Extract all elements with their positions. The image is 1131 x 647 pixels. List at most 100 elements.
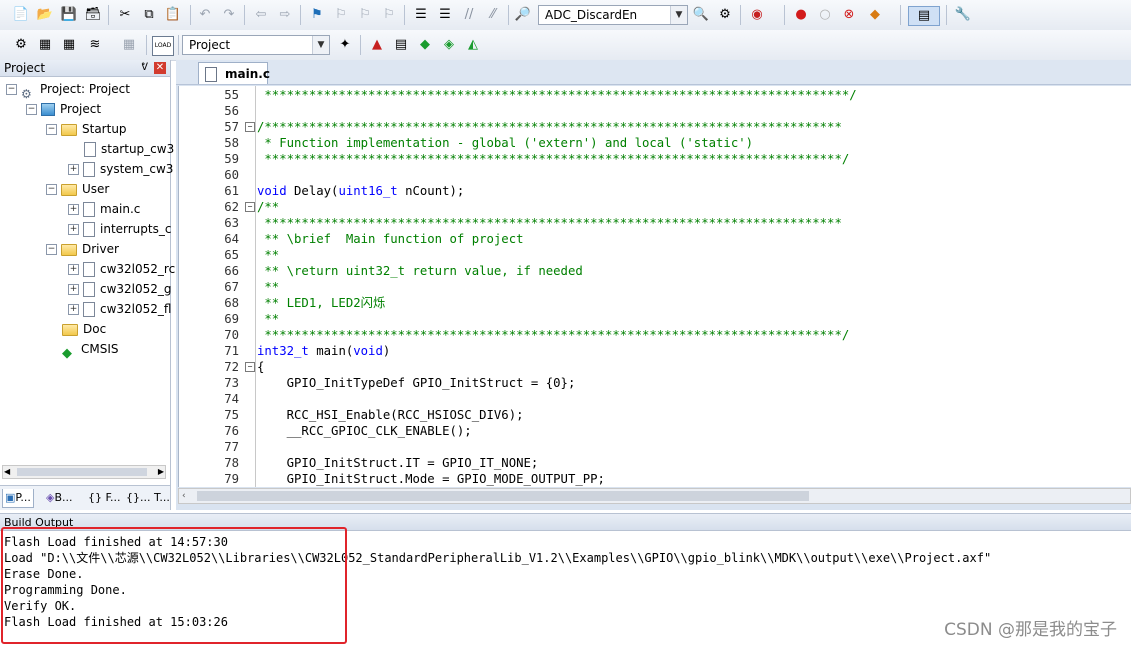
code-line[interactable]: 74 bbox=[179, 391, 1131, 407]
collapse-icon[interactable]: − bbox=[26, 104, 37, 115]
nav-back-icon[interactable]: ⇦ bbox=[252, 6, 270, 24]
tree-item-file[interactable]: + cw32l052_rc bbox=[68, 259, 175, 279]
nav-forward-icon[interactable]: ⇨ bbox=[276, 6, 294, 24]
build-icon[interactable]: ▦ bbox=[36, 36, 54, 54]
code-line[interactable]: 73 GPIO_InitTypeDef GPIO_InitStruct = {0… bbox=[179, 375, 1131, 391]
tree-item-target[interactable]: − Project bbox=[26, 99, 101, 119]
tab-books[interactable]: ◈B... bbox=[44, 489, 75, 507]
run-time-environment-icon[interactable]: ◭ bbox=[464, 36, 482, 54]
pin-icon[interactable]: ᕓ bbox=[141, 60, 148, 76]
disable-breakpoint-icon[interactable]: ○ bbox=[816, 6, 834, 24]
select-software-packs-icon[interactable]: ◈ bbox=[440, 36, 458, 54]
code-line[interactable]: 71 int32_t main(void) bbox=[179, 343, 1131, 359]
save-icon[interactable]: 💾 bbox=[60, 6, 78, 24]
expand-icon[interactable]: + bbox=[68, 204, 79, 215]
code-line[interactable]: 76 __RCC_GPIOC_CLK_ENABLE(); bbox=[179, 423, 1131, 439]
tab-functions[interactable]: {} F... bbox=[86, 489, 123, 507]
stop-build-icon[interactable]: ▦ bbox=[120, 36, 138, 54]
indent-icon[interactable]: ☰ bbox=[412, 6, 430, 24]
code-line[interactable]: 62−/** bbox=[179, 199, 1131, 215]
code-line[interactable]: 60 bbox=[179, 167, 1131, 183]
target-combo[interactable]: ADC_DiscardEn ▼ bbox=[538, 5, 688, 25]
options-for-target-icon[interactable]: ✦ bbox=[336, 36, 354, 54]
find-icon[interactable]: 🔍 bbox=[692, 6, 710, 24]
tree-item-folder[interactable]: − Startup bbox=[46, 119, 127, 139]
batch-build-icon[interactable]: ≋ bbox=[86, 36, 104, 54]
code-line[interactable]: 69 ** bbox=[179, 311, 1131, 327]
next-bookmark-icon[interactable]: ⚐ bbox=[356, 6, 374, 24]
code-line[interactable]: 68 ** LED1, LED2闪烁 bbox=[179, 295, 1131, 311]
expand-icon[interactable]: + bbox=[68, 224, 79, 235]
code-line[interactable]: 63 *************************************… bbox=[179, 215, 1131, 231]
code-line[interactable]: 75 RCC_HSI_Enable(RCC_HSIOSC_DIV6); bbox=[179, 407, 1131, 423]
cut-icon[interactable]: ✂ bbox=[116, 6, 134, 24]
comment-icon[interactable]: // bbox=[460, 6, 478, 24]
bookmark-icon[interactable]: ⚑ bbox=[308, 6, 326, 24]
load-download-button[interactable]: LOAD bbox=[152, 36, 174, 56]
paste-icon[interactable]: 📋 bbox=[164, 6, 182, 24]
tree-item-file[interactable]: + interrupts_c bbox=[68, 219, 171, 239]
window-layout-icon[interactable]: ▤ bbox=[908, 6, 940, 26]
code-line[interactable]: 59 *************************************… bbox=[179, 151, 1131, 167]
breakpoint-icon[interactable]: ● bbox=[792, 6, 810, 24]
code-line[interactable]: 67 ** bbox=[179, 279, 1131, 295]
redo-icon[interactable]: ↷ bbox=[220, 6, 238, 24]
collapse-icon[interactable]: − bbox=[46, 124, 57, 135]
code-line[interactable]: 77 bbox=[179, 439, 1131, 455]
manage-components-icon[interactable]: ▲ bbox=[368, 36, 386, 54]
new-file-icon[interactable]: 📄 bbox=[12, 6, 30, 24]
fold-toggle-icon[interactable]: − bbox=[245, 202, 255, 212]
tree-item-file[interactable]: + system_cw3 bbox=[68, 159, 173, 179]
code-line[interactable]: 64 ** \brief Main function of project bbox=[179, 231, 1131, 247]
kill-breakpoints-icon[interactable]: ⊗ bbox=[840, 6, 858, 24]
save-all-icon[interactable]: 🗃 bbox=[84, 6, 102, 24]
code-editor[interactable]: 55 *************************************… bbox=[178, 86, 1131, 487]
code-line[interactable]: 72−{ bbox=[179, 359, 1131, 375]
collapse-icon[interactable]: − bbox=[46, 184, 57, 195]
code-line[interactable]: 79 GPIO_InitStruct.Mode = GPIO_MODE_OUTP… bbox=[179, 471, 1131, 487]
code-line[interactable]: 61 void Delay(uint16_t nCount); bbox=[179, 183, 1131, 199]
scrollbar-thumb[interactable] bbox=[197, 491, 809, 501]
code-line[interactable]: 65 ** bbox=[179, 247, 1131, 263]
file-extensions-icon[interactable]: ▤ bbox=[392, 36, 410, 54]
open-folder-icon[interactable]: 📂 bbox=[36, 6, 54, 24]
tree-item-project-root[interactable]: − ⚙ Project: Project bbox=[6, 79, 130, 101]
tree-item-folder[interactable]: − User bbox=[46, 179, 109, 199]
unindent-icon[interactable]: ☰ bbox=[436, 6, 454, 24]
tree-item-folder[interactable]: Doc bbox=[62, 319, 106, 339]
collapse-icon[interactable]: − bbox=[6, 84, 17, 95]
code-line[interactable]: 55 *************************************… bbox=[179, 87, 1131, 103]
tree-item-cmsis[interactable]: ◆ CMSIS bbox=[62, 339, 119, 361]
tree-item-folder[interactable]: − Driver bbox=[46, 239, 119, 259]
project-horizontal-scrollbar[interactable]: ◀ ▶ bbox=[2, 465, 166, 479]
tab-project[interactable]: ▣P... bbox=[2, 489, 34, 508]
tree-item-file[interactable]: + main.c bbox=[68, 199, 140, 219]
close-icon[interactable]: ✕ bbox=[154, 62, 166, 74]
editor-horizontal-scrollbar[interactable]: ‹ bbox=[178, 488, 1131, 504]
pack-installer-icon[interactable]: ◆ bbox=[416, 36, 434, 54]
chevron-down-icon[interactable]: ▼ bbox=[312, 36, 329, 54]
tab-main-c[interactable]: main.c bbox=[198, 62, 270, 84]
code-line[interactable]: 78 GPIO_InitStruct.IT = GPIO_IT_NONE; bbox=[179, 455, 1131, 471]
expand-icon[interactable]: + bbox=[68, 284, 79, 295]
tree-item-file[interactable]: + cw32l052_fl bbox=[68, 299, 171, 319]
clear-bookmarks-icon[interactable]: ⚐ bbox=[380, 6, 398, 24]
rebuild-icon[interactable]: ▦ bbox=[60, 36, 78, 54]
chevron-down-icon[interactable]: ▼ bbox=[670, 6, 687, 24]
start-debug-icon[interactable]: ◉ bbox=[748, 6, 766, 24]
scroll-left-icon[interactable]: ‹ bbox=[182, 489, 186, 503]
scroll-left-icon[interactable]: ◀ bbox=[4, 466, 10, 478]
expand-icon[interactable]: + bbox=[68, 304, 79, 315]
undo-icon[interactable]: ↶ bbox=[196, 6, 214, 24]
expand-icon[interactable]: + bbox=[68, 164, 79, 175]
tab-templates[interactable]: {}... T... bbox=[124, 489, 172, 507]
code-line[interactable]: 70 *************************************… bbox=[179, 327, 1131, 343]
scroll-right-icon[interactable]: ▶ bbox=[158, 466, 164, 478]
tree-item-file[interactable]: + cw32l052_g bbox=[68, 279, 172, 299]
scrollbar-thumb[interactable] bbox=[17, 468, 147, 476]
settings-wrench-icon[interactable]: 🔧 bbox=[954, 6, 972, 24]
target-select[interactable]: Project ▼ bbox=[182, 35, 330, 55]
fold-toggle-icon[interactable]: − bbox=[245, 362, 255, 372]
find-in-files-icon[interactable]: 🔎 bbox=[514, 6, 532, 24]
prev-bookmark-icon[interactable]: ⚐ bbox=[332, 6, 350, 24]
